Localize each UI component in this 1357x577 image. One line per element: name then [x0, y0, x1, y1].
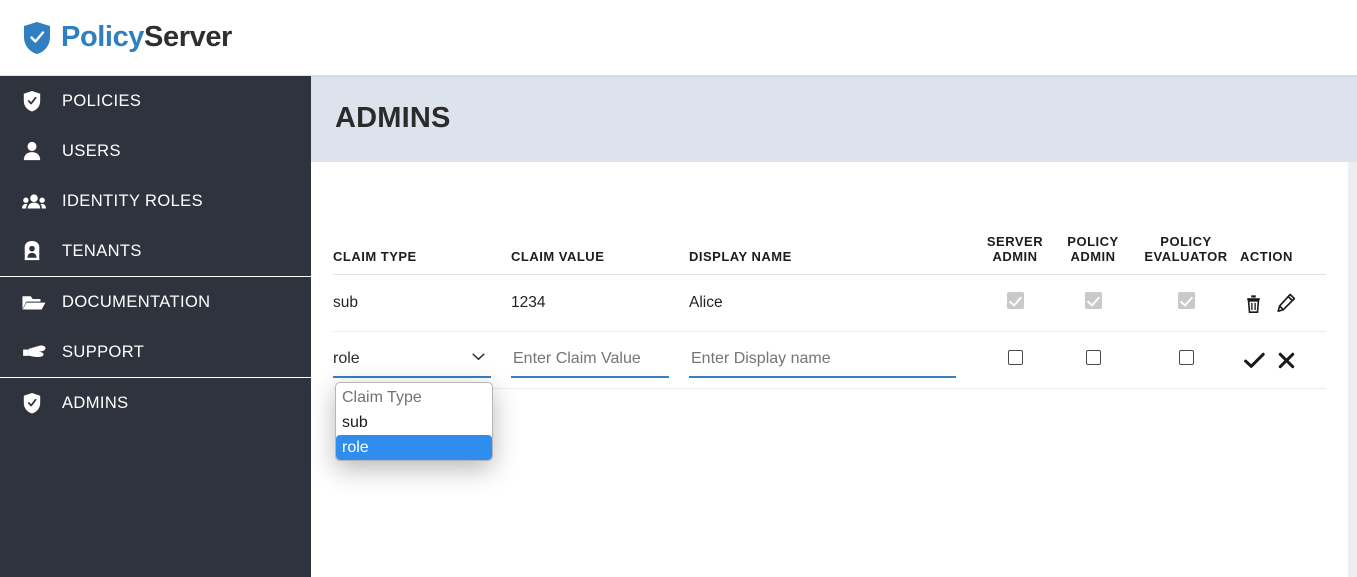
policy-evaluator-checkbox[interactable]	[1178, 350, 1194, 365]
column-header-line1: POLICY	[1067, 234, 1119, 249]
column-header-policy-admin: POLICY ADMIN	[1054, 234, 1132, 275]
policy-admin-checkbox	[1084, 292, 1102, 309]
sidebar-item-users[interactable]: USERS	[0, 126, 311, 176]
column-header-line2: ADMIN	[992, 249, 1038, 264]
tenant-badge-icon	[22, 239, 50, 263]
sidebar-item-support[interactable]: SUPPORT	[0, 327, 311, 377]
claim-type-select[interactable]: role	[333, 343, 491, 378]
table-row: sub 1234 Alice	[333, 274, 1326, 332]
cell-actions	[1240, 274, 1326, 332]
delete-icon[interactable]	[1244, 293, 1263, 314]
shield-check-icon	[22, 391, 50, 415]
column-header-action: ACTION	[1240, 234, 1326, 275]
server-admin-checkbox[interactable]	[1007, 350, 1023, 365]
brand-title-primary: Policy	[61, 21, 145, 53]
sidebar-group-main: POLICIES USERS IDENTITY ROLES TENANTS	[0, 76, 311, 277]
sidebar-group-help: DOCUMENTATION SUPPORT	[0, 277, 311, 378]
cell-server-admin	[976, 274, 1054, 332]
dropdown-option-role[interactable]: role	[336, 434, 492, 460]
edit-icon[interactable]	[1276, 293, 1296, 313]
top-header-bar: PolicyServer	[0, 0, 1357, 76]
cell-policy-evaluator	[1132, 274, 1240, 332]
cell-claim-type-editor: role Claim Type sub role	[333, 331, 511, 461]
app-root: PolicyServer POLICIES USERS IDENTITY ROL…	[0, 0, 1357, 577]
page-title: ADMINS	[335, 102, 451, 134]
display-name-input[interactable]	[689, 342, 956, 378]
sidebar-item-documentation[interactable]: DOCUMENTATION	[0, 277, 311, 327]
dropdown-option-placeholder[interactable]: Claim Type	[336, 385, 492, 410]
dropdown-option-sub[interactable]: sub	[336, 410, 492, 435]
main-content: CLAIM TYPE CLAIM VALUE DISPLAY NAME SERV…	[311, 162, 1348, 577]
shield-check-icon	[22, 89, 50, 113]
content-right-edge	[1348, 162, 1357, 577]
sidebar-item-label: POLICIES	[62, 91, 142, 110]
sidebar-item-identity-roles[interactable]: IDENTITY ROLES	[0, 176, 311, 226]
table-row-new-entry: role Claim Type sub role	[333, 331, 1326, 461]
page-banner: ADMINS	[311, 76, 1357, 162]
shield-check-icon	[22, 21, 52, 55]
cell-display-name: Alice	[689, 274, 976, 332]
column-header-claim-type: CLAIM TYPE	[333, 234, 511, 275]
sidebar-item-policies[interactable]: POLICIES	[0, 76, 311, 126]
table-header: CLAIM TYPE CLAIM VALUE DISPLAY NAME SERV…	[333, 234, 1326, 275]
folder-open-icon	[22, 290, 50, 314]
table-header-row: CLAIM TYPE CLAIM VALUE DISPLAY NAME SERV…	[333, 234, 1326, 275]
cell-policy-evaluator-editor	[1132, 331, 1240, 389]
claim-value-input[interactable]	[511, 342, 669, 378]
claim-type-dropdown-list: Claim Type sub role	[335, 381, 493, 461]
admins-table: CLAIM TYPE CLAIM VALUE DISPLAY NAME SERV…	[333, 234, 1326, 461]
cell-claim-type: sub	[333, 274, 511, 332]
sidebar-item-label: USERS	[62, 141, 121, 160]
table-body: sub 1234 Alice role Claim Type sub role …	[333, 274, 1326, 461]
cell-claim-value: 1234	[511, 274, 689, 332]
sidebar-item-tenants[interactable]: TENANTS	[0, 226, 311, 276]
policy-admin-checkbox[interactable]	[1085, 350, 1101, 365]
column-header-server-admin: SERVER ADMIN	[976, 234, 1054, 275]
sidebar-item-label: SUPPORT	[62, 342, 145, 361]
cell-server-admin-editor	[976, 331, 1054, 389]
sidebar-nav: POLICIES USERS IDENTITY ROLES TENANTS DO…	[0, 76, 311, 577]
sidebar-group-admin: ADMINS	[0, 378, 311, 428]
server-admin-checkbox	[1006, 292, 1024, 309]
column-header-policy-evaluator: POLICY EVALUATOR	[1132, 234, 1240, 275]
cell-policy-admin	[1054, 274, 1132, 332]
brand-logo-link[interactable]: PolicyServer	[0, 21, 232, 55]
column-header-line2: ADMIN	[1070, 249, 1116, 264]
column-header-display-name: DISPLAY NAME	[689, 234, 976, 275]
confirm-check-icon[interactable]	[1244, 352, 1265, 369]
claim-type-select-wrapper: role Claim Type sub role	[333, 343, 493, 461]
policy-evaluator-checkbox	[1177, 292, 1195, 309]
cancel-x-icon[interactable]	[1278, 352, 1295, 369]
brand-title: PolicyServer	[61, 21, 232, 54]
column-header-claim-value: CLAIM VALUE	[511, 234, 689, 275]
cell-display-name-editor	[689, 331, 976, 389]
cell-claim-value-editor	[511, 331, 689, 389]
sidebar-item-admins[interactable]: ADMINS	[0, 378, 311, 428]
column-header-line1: SERVER	[986, 234, 1044, 249]
cell-actions-editor	[1240, 331, 1326, 389]
sidebar-item-label: ADMINS	[62, 393, 129, 412]
column-header-line1: POLICY	[1160, 234, 1212, 249]
sidebar-item-label: DOCUMENTATION	[62, 292, 211, 311]
pointing-hand-icon	[22, 340, 50, 364]
column-header-line2: EVALUATOR	[1144, 249, 1228, 264]
brand-title-secondary: Server	[144, 21, 232, 53]
user-icon	[22, 139, 50, 163]
sidebar-item-label: TENANTS	[62, 241, 142, 260]
sidebar-item-label: IDENTITY ROLES	[62, 191, 203, 210]
users-group-icon	[22, 189, 50, 213]
cell-policy-admin-editor	[1054, 331, 1132, 389]
